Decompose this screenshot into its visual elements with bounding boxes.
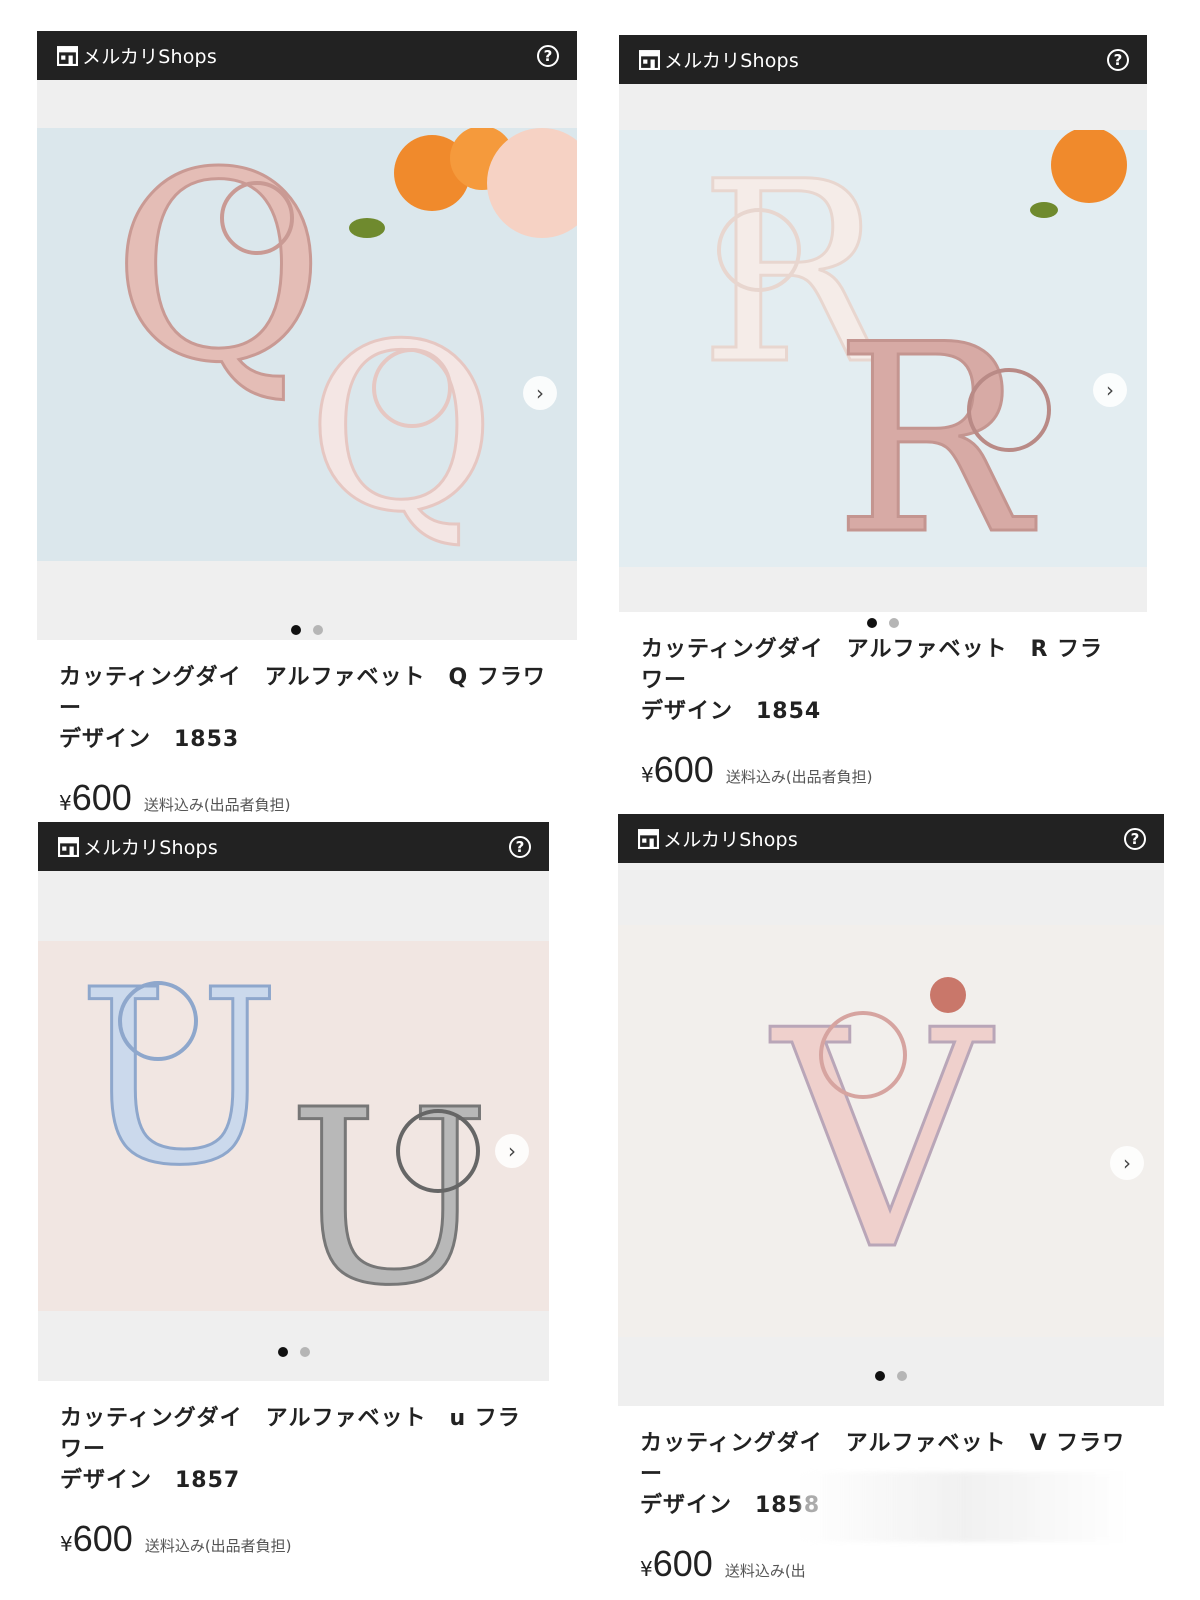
dot-active[interactable] bbox=[875, 1371, 885, 1381]
chevron-right-icon[interactable]: › bbox=[523, 376, 557, 410]
product-image[interactable]: V bbox=[618, 925, 1164, 1337]
product-card-v[interactable]: メルカリShops ? V › カッティングダイ アルファベット V フラワー … bbox=[618, 814, 1164, 1585]
product-title[interactable]: カッティングダイ アルファベット u フラワー デザイン 1857 bbox=[60, 1403, 527, 1496]
price-row: ¥ 600 送料込み(出 bbox=[640, 1543, 1164, 1585]
dot[interactable] bbox=[313, 625, 323, 635]
chevron-right-icon[interactable]: › bbox=[495, 1134, 529, 1168]
product-card-r[interactable]: メルカリShops ? R R › カッティングダイ アルファベット R フラワ… bbox=[619, 35, 1147, 791]
blurred-overlay bbox=[800, 1472, 1130, 1542]
shop-header: メルカリShops ? bbox=[619, 35, 1147, 84]
svg-text:Q: Q bbox=[307, 296, 496, 561]
currency: ¥ bbox=[60, 1532, 73, 1556]
svg-text:Q: Q bbox=[112, 128, 325, 420]
currency: ¥ bbox=[59, 791, 72, 815]
shipping-note: 送料込み(出品者負担) bbox=[143, 796, 291, 814]
help-circle-icon[interactable]: ? bbox=[1124, 827, 1146, 850]
product-card-q[interactable]: メルカリShops ? Q Q › カッティングダイ アルファベット Q フラワ… bbox=[37, 31, 577, 819]
svg-text:R: R bbox=[834, 290, 1037, 567]
price-row: ¥ 600 送料込み(出品者負担) bbox=[60, 1518, 549, 1560]
shipping-note: 送料込み(出品者負担) bbox=[144, 1537, 292, 1555]
dot-active[interactable] bbox=[277, 1347, 288, 1357]
image-gallery[interactable]: Q Q › bbox=[37, 80, 577, 640]
shipping-note: 送料込み(出品者負担) bbox=[725, 768, 873, 786]
image-gallery[interactable]: R R › bbox=[619, 84, 1147, 628]
product-title[interactable]: カッティングダイ アルファベット R フラワー デザイン 1854 bbox=[641, 634, 1125, 727]
image-gallery[interactable]: U U › bbox=[38, 871, 549, 1381]
price: 600 bbox=[652, 1543, 713, 1584]
chevron-right-icon[interactable]: › bbox=[1110, 1146, 1144, 1180]
shop-header: メルカリShops ? bbox=[37, 31, 577, 80]
pagination-dots bbox=[37, 625, 577, 635]
store-icon bbox=[58, 837, 79, 857]
dot[interactable] bbox=[897, 1371, 907, 1381]
shop-name: メルカリShops bbox=[83, 837, 218, 859]
shop-name: メルカリShops bbox=[664, 50, 799, 72]
image-gallery[interactable]: V › bbox=[618, 863, 1164, 1406]
help-circle-icon[interactable]: ? bbox=[537, 44, 559, 67]
product-image[interactable]: U U bbox=[38, 941, 549, 1311]
product-image[interactable]: R R bbox=[619, 130, 1147, 567]
pagination-dots bbox=[38, 1347, 549, 1357]
dot-active[interactable] bbox=[867, 618, 877, 628]
store-icon bbox=[639, 50, 660, 70]
help-circle-icon[interactable]: ? bbox=[1107, 48, 1129, 71]
pagination-dots bbox=[618, 1371, 1164, 1381]
pagination-dots bbox=[619, 618, 1147, 628]
help-circle-icon[interactable]: ? bbox=[509, 835, 531, 858]
price: 600 bbox=[71, 777, 132, 818]
store-icon bbox=[638, 829, 659, 849]
store-icon bbox=[57, 46, 78, 66]
currency: ¥ bbox=[640, 1557, 653, 1581]
dot[interactable] bbox=[889, 618, 899, 628]
product-title[interactable]: カッティングダイ アルファベット Q フラワー デザイン 1853 bbox=[59, 662, 555, 755]
shop-header: メルカリShops ? bbox=[38, 822, 549, 871]
chevron-right-icon[interactable]: › bbox=[1093, 373, 1127, 407]
product-card-u[interactable]: メルカリShops ? U U › カッティングダイ アルファベット u フラワ… bbox=[38, 822, 549, 1560]
price-row: ¥ 600 送料込み(出品者負担) bbox=[641, 749, 1147, 791]
price: 600 bbox=[653, 749, 714, 790]
shop-name: メルカリShops bbox=[663, 829, 798, 851]
product-image[interactable]: Q Q bbox=[37, 128, 577, 561]
shipping-note: 送料込み(出 bbox=[724, 1562, 806, 1580]
svg-text:U: U bbox=[78, 941, 280, 1218]
dot[interactable] bbox=[299, 1347, 310, 1357]
currency: ¥ bbox=[641, 763, 654, 787]
shop-name: メルカリShops bbox=[82, 46, 217, 68]
price-row: ¥ 600 送料込み(出品者負担) bbox=[59, 777, 577, 819]
price: 600 bbox=[72, 1518, 133, 1559]
dot-active[interactable] bbox=[291, 625, 301, 635]
shop-header: メルカリShops ? bbox=[618, 814, 1164, 863]
